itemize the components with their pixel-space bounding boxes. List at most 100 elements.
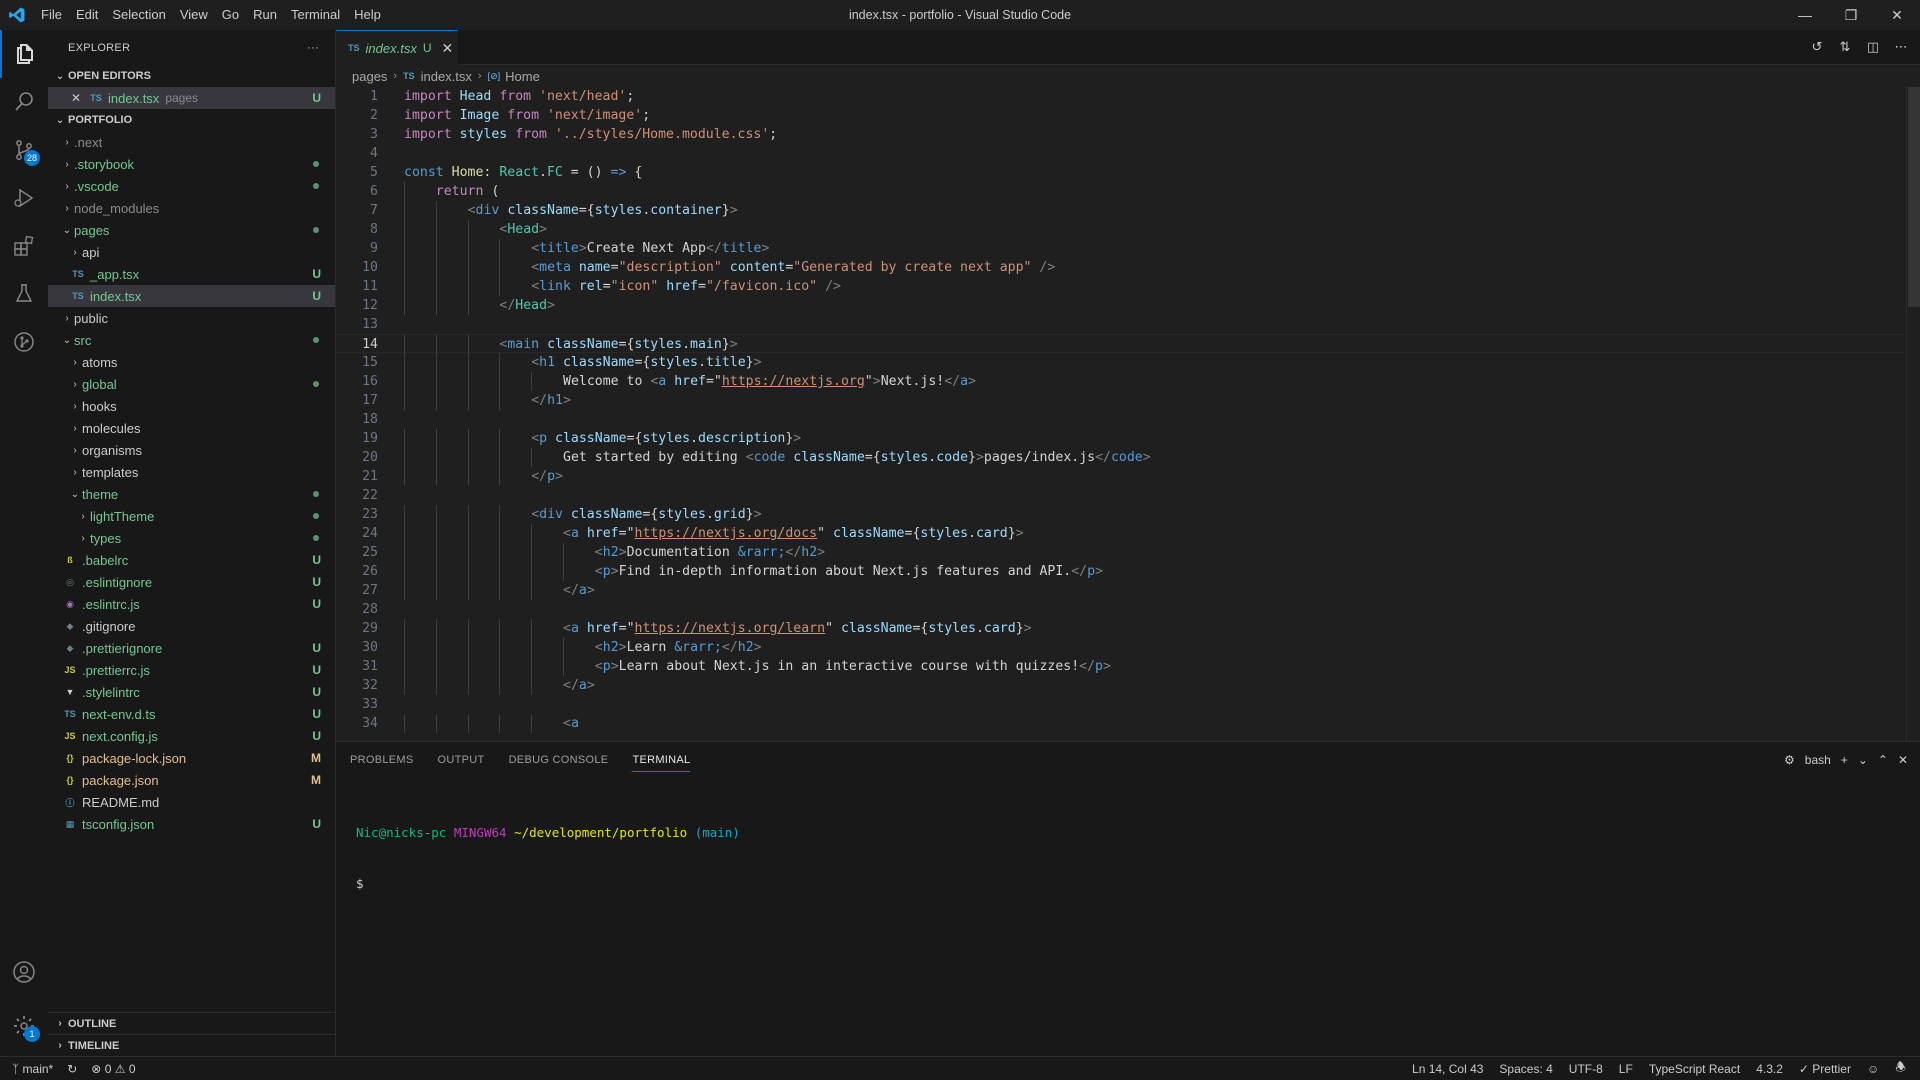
source-control-activity[interactable]: 28 <box>0 126 48 174</box>
file-tree-item[interactable]: JS next.config.js U <box>48 725 335 747</box>
scrollbar-thumb[interactable] <box>1908 87 1920 307</box>
menu-edit[interactable]: Edit <box>69 0 105 30</box>
code-line: 27 </a> <box>336 581 1904 600</box>
more-actions-button[interactable]: ··· <box>307 42 319 54</box>
problems-status[interactable]: ⊗ 0 ⚠ 0 <box>91 1062 135 1076</box>
prettier-status[interactable]: ✓ Prettier <box>1799 1062 1851 1076</box>
sync-icon[interactable]: ↻ <box>67 1062 77 1076</box>
close-window-button[interactable]: ✕ <box>1874 0 1920 30</box>
tab-problems[interactable]: PROBLEMS <box>350 742 414 777</box>
file-tree-item[interactable]: ◆ .gitignore <box>48 615 335 637</box>
chevron-down-icon[interactable]: ⌄ <box>1858 753 1868 767</box>
file-tree-item[interactable]: {} package-lock.json M <box>48 747 335 769</box>
menu-selection[interactable]: Selection <box>105 0 172 30</box>
menu-view[interactable]: View <box>173 0 215 30</box>
indentation[interactable]: Spaces: 4 <box>1499 1062 1552 1076</box>
testing-activity[interactable] <box>0 270 48 318</box>
run-debug-activity[interactable] <box>0 174 48 222</box>
breadcrumb-file[interactable]: index.tsx <box>421 69 472 84</box>
code-editor[interactable]: 1 import Head from 'next/head'; 2 import Im… <box>336 87 1920 741</box>
file-tree-item[interactable]: TS index.tsx U <box>48 285 335 307</box>
file-tree-item[interactable]: › atoms <box>48 351 335 373</box>
file-tree-item[interactable]: › public <box>48 307 335 329</box>
outline-section[interactable]: › OUTLINE <box>48 1012 335 1034</box>
timeline-history-icon[interactable]: ↺ <box>1808 38 1826 56</box>
search-activity[interactable] <box>0 78 48 126</box>
file-tree-item[interactable]: › .next <box>48 131 335 153</box>
code-line: 1 import Head from 'next/head'; <box>336 87 1904 106</box>
cursor-position[interactable]: Ln 14, Col 43 <box>1412 1062 1483 1076</box>
file-tree-item[interactable]: › api <box>48 241 335 263</box>
accounts-activity[interactable] <box>0 948 48 996</box>
file-tree-item[interactable]: › lightTheme <box>48 505 335 527</box>
menu-run[interactable]: Run <box>246 0 284 30</box>
stylelint-icon: ▼ <box>65 687 75 697</box>
close-panel-icon[interactable]: ✕ <box>1898 753 1908 767</box>
editor-scrollbar[interactable] <box>1906 87 1920 741</box>
file-tree-item[interactable]: ▼ .stylelintrc U <box>48 681 335 703</box>
maximize-panel-icon[interactable]: ⌃ <box>1878 753 1888 767</box>
menu-help[interactable]: Help <box>347 0 388 30</box>
file-tree-item[interactable]: › templates <box>48 461 335 483</box>
file-tree-item[interactable]: › node_modules <box>48 197 335 219</box>
menu-go[interactable]: Go <box>215 0 246 30</box>
file-tree-item[interactable]: › .vscode <box>48 175 335 197</box>
tab-index-tsx[interactable]: TS index.tsx U ✕ <box>336 30 458 65</box>
file-tree-item[interactable]: ⌄ pages <box>48 219 335 241</box>
tab-terminal[interactable]: TERMINAL <box>632 742 691 777</box>
tab-output[interactable]: OUTPUT <box>438 742 485 777</box>
split-editor-icon[interactable]: ◫ <box>1864 38 1882 56</box>
file-tree-item[interactable]: › .storybook <box>48 153 335 175</box>
language-mode[interactable]: TypeScript React <box>1649 1062 1740 1076</box>
file-tree-item[interactable]: TS _app.tsx U <box>48 263 335 285</box>
file-tree-item[interactable]: › types <box>48 527 335 549</box>
explorer-activity[interactable] <box>0 30 48 78</box>
file-tree-item[interactable]: ⌄ src <box>48 329 335 351</box>
file-tree-item[interactable]: ⓘ README.md <box>48 791 335 813</box>
close-icon[interactable]: ✕ <box>68 91 84 105</box>
encoding[interactable]: UTF-8 <box>1569 1062 1603 1076</box>
file-tree-item[interactable]: › organisms <box>48 439 335 461</box>
minimize-button[interactable]: — <box>1782 0 1828 30</box>
menu-file[interactable]: File <box>34 0 69 30</box>
file-tree-item[interactable]: ▦ tsconfig.json U <box>48 813 335 835</box>
feedback-icon[interactable]: ☺ <box>1867 1062 1879 1076</box>
new-terminal-icon[interactable]: + <box>1841 753 1848 767</box>
file-tree-item[interactable]: ◉ .eslintrc.js U <box>48 593 335 615</box>
javascript-icon: JS <box>64 665 76 675</box>
line-number: 1 <box>370 89 378 104</box>
file-tree-item[interactable]: ⌄ theme <box>48 483 335 505</box>
file-tree-item[interactable]: ß .babelrc U <box>48 549 335 571</box>
file-tree-item[interactable]: ◆ .prettierignore U <box>48 637 335 659</box>
notifications-bell-icon[interactable]: 🕭 <box>1895 1058 1906 1079</box>
tab-debug-console[interactable]: DEBUG CONSOLE <box>509 742 609 777</box>
manage-activity[interactable]: 1 <box>0 1002 48 1050</box>
file-tree-item[interactable]: › molecules <box>48 417 335 439</box>
open-changes-icon[interactable]: ⇅ <box>1836 38 1854 56</box>
file-tree-item[interactable]: ◎ .eslintignore U <box>48 571 335 593</box>
more-icon[interactable]: ⋯ <box>1892 38 1910 56</box>
file-tree-item[interactable]: JS .prettierrc.js U <box>48 659 335 681</box>
restore-button[interactable]: ❐ <box>1828 0 1874 30</box>
branch-status[interactable]: ᛉ main* <box>12 1062 53 1076</box>
open-editors-section[interactable]: ⌄ OPEN EDITORS <box>48 65 335 87</box>
file-tree-item[interactable]: {} package.json M <box>48 769 335 791</box>
close-tab-icon[interactable]: ✕ <box>442 40 454 57</box>
breadcrumb-folder[interactable]: pages <box>352 69 387 84</box>
open-editor-item[interactable]: ✕ TS index.tsx pages U <box>48 87 335 109</box>
terminal-output[interactable]: Nic@nicks-pc MINGW64 ~/development/portf… <box>356 790 740 926</box>
ts-version[interactable]: 4.3.2 <box>1756 1062 1783 1076</box>
file-tree-item[interactable]: TS next-env.d.ts U <box>48 703 335 725</box>
portfolio-section[interactable]: ⌄ PORTFOLIO <box>48 109 335 131</box>
extensions-activity[interactable] <box>0 222 48 270</box>
file-tree-item[interactable]: › global <box>48 373 335 395</box>
timeline-section[interactable]: › TIMELINE <box>48 1034 335 1056</box>
breadcrumb-symbol[interactable]: Home <box>505 69 540 84</box>
menu-terminal[interactable]: Terminal <box>284 0 347 30</box>
git-graph-activity[interactable] <box>0 318 48 366</box>
end-of-line[interactable]: LF <box>1619 1062 1633 1076</box>
shell-name[interactable]: bash <box>1805 753 1831 767</box>
outline-label: OUTLINE <box>68 1017 117 1030</box>
file-tree-item[interactable]: › hooks <box>48 395 335 417</box>
